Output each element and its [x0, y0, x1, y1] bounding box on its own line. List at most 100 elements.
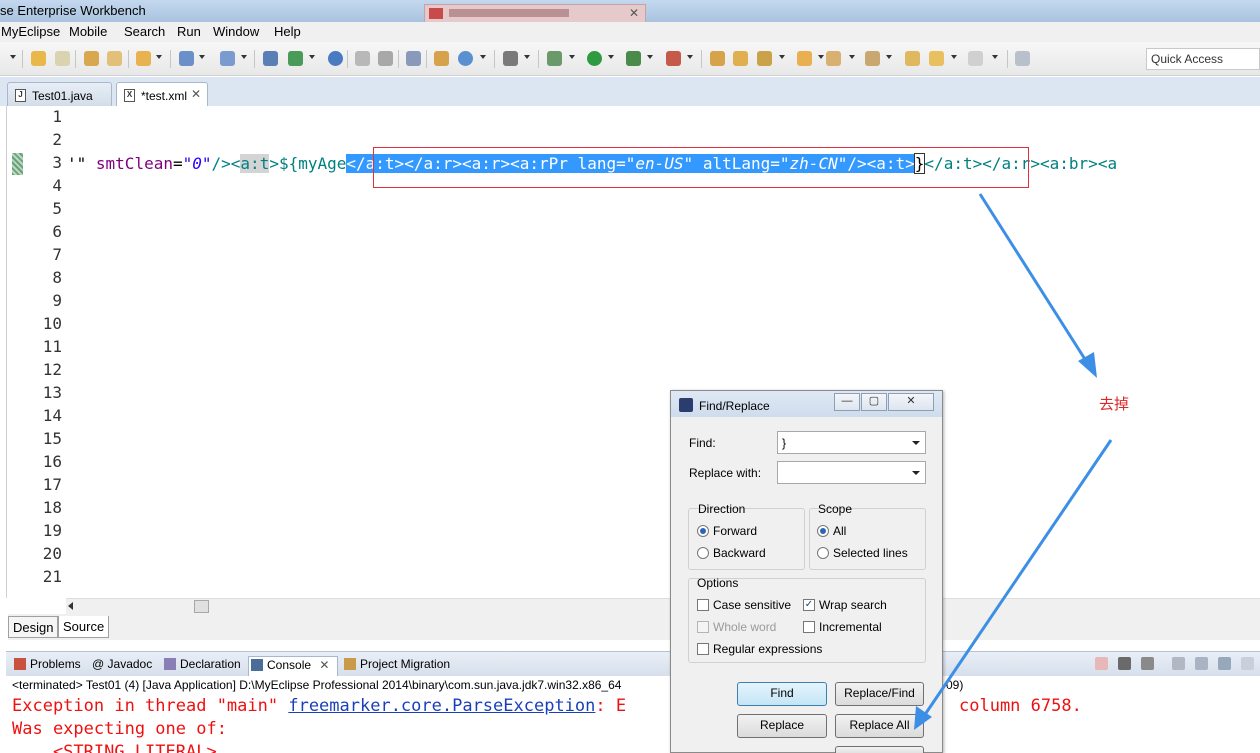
find-button[interactable]: Find [737, 682, 827, 706]
horizontal-scrollbar[interactable] [66, 598, 1260, 614]
browser-icon[interactable] [458, 51, 473, 66]
forward-icon[interactable] [968, 51, 983, 66]
chevron-down-icon[interactable] [524, 55, 530, 59]
menu-search[interactable]: Search [124, 24, 165, 39]
close-icon[interactable]: ✕ [629, 6, 639, 20]
menu-run[interactable]: Run [177, 24, 201, 39]
prev-annotation-icon[interactable] [865, 51, 880, 66]
tab-design[interactable]: Design [8, 616, 59, 638]
server-icon[interactable] [263, 51, 278, 66]
chevron-down-icon[interactable] [912, 471, 920, 475]
scroll-left-icon[interactable] [68, 602, 73, 610]
chevron-down-icon[interactable] [156, 55, 162, 59]
replace-all-button[interactable]: Replace All [835, 714, 924, 738]
chevron-down-icon[interactable] [199, 55, 205, 59]
open-type-icon[interactable] [84, 51, 99, 66]
checkbox-regular-expressions[interactable]: Regular expressions [697, 642, 822, 656]
chevron-down-icon[interactable] [992, 55, 998, 59]
checkbox-wrap-search[interactable]: ✓ Wrap search [803, 598, 887, 612]
run-config-icon[interactable] [626, 51, 641, 66]
database-icon[interactable] [288, 51, 303, 66]
pin-console-icon[interactable] [1218, 657, 1231, 670]
quick-access-input[interactable]: Quick Access [1146, 48, 1260, 70]
folder-icon[interactable] [733, 51, 748, 66]
exception-link[interactable]: freemarker.core.ParseException [288, 696, 595, 716]
open-folder-icon[interactable] [710, 51, 725, 66]
close-dialog-button[interactable] [835, 746, 924, 753]
web-icon[interactable] [434, 51, 449, 66]
remove-all-icon[interactable] [1141, 657, 1154, 670]
background-window-tab[interactable]: ✕ [424, 4, 646, 22]
chevron-down-icon[interactable] [569, 55, 575, 59]
debug-skip-icon[interactable] [406, 51, 421, 66]
terminate-icon[interactable] [1095, 657, 1108, 670]
globe-icon[interactable] [328, 51, 343, 66]
radio-scope-all[interactable]: All [817, 524, 846, 538]
close-icon[interactable]: ✕ [319, 658, 329, 672]
replace-button[interactable]: Replace [737, 714, 827, 738]
deploy-icon[interactable] [179, 51, 194, 66]
tab-declaration[interactable]: Declaration [162, 656, 241, 676]
chevron-down-icon[interactable] [687, 55, 693, 59]
print-icon[interactable] [355, 51, 370, 66]
chevron-down-icon[interactable] [10, 55, 16, 59]
menu-myeclipse[interactable]: MyEclipse [1, 24, 60, 39]
scroll-lock-icon[interactable] [1195, 657, 1208, 670]
chevron-down-icon[interactable] [886, 55, 892, 59]
remove-launch-icon[interactable] [1118, 657, 1131, 670]
radio-backward[interactable]: Backward [697, 546, 766, 560]
find-input[interactable]: } [777, 431, 926, 454]
chevron-down-icon[interactable] [608, 55, 614, 59]
external-tools-icon[interactable] [666, 51, 681, 66]
tab-console[interactable]: Console ✕ [248, 656, 339, 676]
open-resource-icon[interactable] [107, 51, 122, 66]
display-console-icon[interactable] [1241, 657, 1254, 670]
menu-help[interactable]: Help [274, 24, 301, 39]
radio-forward[interactable]: Forward [697, 524, 757, 538]
chevron-down-icon[interactable] [480, 55, 486, 59]
chevron-down-icon[interactable] [779, 55, 785, 59]
pin-editor-icon[interactable] [1015, 51, 1030, 66]
chevron-down-icon[interactable] [912, 441, 920, 445]
new-wizard-icon[interactable] [136, 51, 151, 66]
last-edit-icon[interactable] [905, 51, 920, 66]
wand-icon[interactable] [757, 51, 772, 66]
annotation-nav-icon[interactable] [826, 51, 841, 66]
redo-icon[interactable] [55, 51, 70, 66]
tab-problems[interactable]: Problems [12, 656, 81, 676]
close-button[interactable]: ✕ [888, 393, 934, 411]
xml-editor[interactable]: 1 2 3 4 5 6 7 8 9 10 11 12 13 14 15 16 17 18 19 20 21 '" smt… [6, 106, 1260, 598]
minimize-button[interactable]: — [834, 393, 860, 411]
chevron-down-icon[interactable] [818, 55, 824, 59]
tab-test-xml[interactable]: X *test.xml ✕ [116, 82, 208, 106]
chevron-down-icon[interactable] [849, 55, 855, 59]
tab-test01-java[interactable]: J Test01.java [7, 82, 112, 106]
run-server-icon[interactable] [220, 51, 235, 66]
chevron-down-icon[interactable] [951, 55, 957, 59]
chevron-down-icon[interactable] [309, 55, 315, 59]
radio-scope-selected-lines[interactable]: Selected lines [817, 546, 908, 560]
camera-icon[interactable] [503, 51, 518, 66]
tab-javadoc[interactable]: @ Javadoc [92, 656, 152, 676]
tab-source[interactable]: Source [58, 616, 110, 638]
replace-find-button[interactable]: Replace/Find [835, 682, 924, 706]
build-icon[interactable] [378, 51, 393, 66]
checkbox-case-sensitive[interactable]: Case sensitive [697, 598, 791, 612]
chevron-down-icon[interactable] [647, 55, 653, 59]
run-icon[interactable] [587, 51, 602, 66]
back-icon[interactable] [929, 51, 944, 66]
replace-input[interactable] [777, 461, 926, 484]
debug-icon[interactable] [547, 51, 562, 66]
checkbox-incremental[interactable]: Incremental [803, 620, 882, 634]
package-icon[interactable] [797, 51, 812, 66]
checkbox-whole-word[interactable]: Whole word [697, 620, 776, 634]
close-icon[interactable]: ✕ [191, 87, 201, 101]
chevron-down-icon[interactable] [241, 55, 247, 59]
menu-mobile[interactable]: Mobile [69, 24, 107, 39]
maximize-button[interactable]: ▢ [861, 393, 887, 411]
undo-icon[interactable] [31, 51, 46, 66]
scroll-thumb[interactable] [194, 600, 209, 613]
console-output[interactable]: <terminated> Test01 (4) [Java Applicatio… [6, 676, 1260, 753]
menu-window[interactable]: Window [213, 24, 259, 39]
clear-console-icon[interactable] [1172, 657, 1185, 670]
